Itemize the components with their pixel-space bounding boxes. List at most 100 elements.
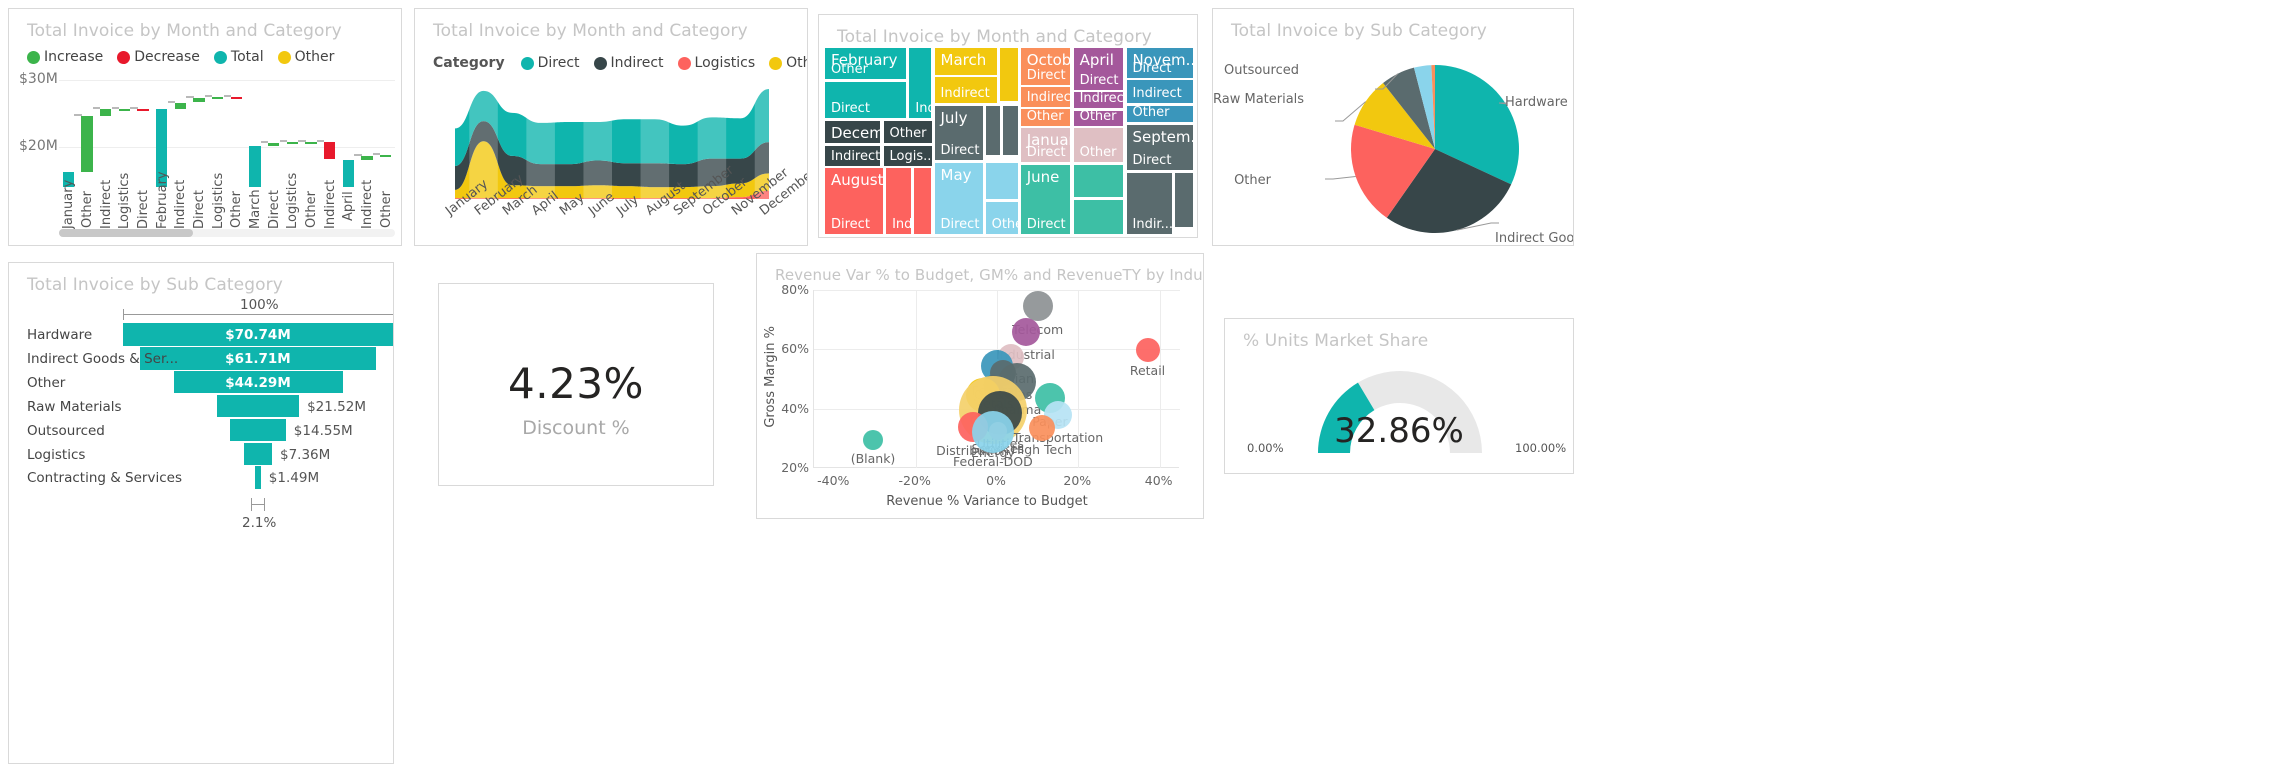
treemap-cell[interactable] xyxy=(984,104,1002,156)
scatter-bubble[interactable] xyxy=(971,411,1014,454)
treemap-plot[interactable]: FebruaryOther Direct Ind... December Other In… xyxy=(824,47,1194,235)
treemap-cell[interactable]: Indirect xyxy=(1072,91,1125,110)
waterfall-connector xyxy=(279,140,287,143)
legend-item-indirect[interactable]: Indirect xyxy=(593,55,664,71)
treemap-cell[interactable]: OctoberDirect xyxy=(1019,47,1072,86)
panel-card[interactable]: 4.23% Discount % xyxy=(438,283,714,486)
panel-waterfall[interactable]: Total Invoice by Month and Category Incr… xyxy=(8,8,402,246)
treemap-cell[interactable]: Novem... Direct xyxy=(1125,47,1194,79)
treemap-cell[interactable]: May Direct xyxy=(933,161,984,235)
waterfall-bar[interactable] xyxy=(379,154,392,157)
treemap-cell[interactable]: Indirect xyxy=(933,76,999,105)
treemap-cell[interactable]: Other xyxy=(1072,127,1125,163)
treemap-cell-sub: Indirect xyxy=(1132,86,1182,102)
waterfall-bar[interactable] xyxy=(211,97,224,100)
treemap-cell[interactable]: Other xyxy=(1072,109,1125,127)
funnel-plot[interactable]: 100% Hardware $70.74M Indirect Goods & Ser.… xyxy=(9,263,393,763)
treemap-cell[interactable]: April Direct xyxy=(1072,47,1125,91)
treemap-cell[interactable]: March xyxy=(933,47,999,76)
funnel-bar[interactable] xyxy=(230,418,286,442)
waterfall-bar[interactable] xyxy=(323,142,336,160)
treemap-cell[interactable]: August Direct xyxy=(824,167,884,235)
legend-swatch-other xyxy=(277,50,291,64)
funnel-bar[interactable] xyxy=(255,466,261,490)
treemap-cell[interactable]: Indir... xyxy=(1125,172,1173,235)
pie-chart-svg[interactable] xyxy=(1213,9,1574,246)
waterfall-bar[interactable] xyxy=(267,142,280,147)
legend-item-logistics[interactable]: Logistics xyxy=(677,55,755,71)
treemap-cell[interactable] xyxy=(1174,172,1194,229)
legend-swatch-increase xyxy=(27,50,40,64)
treemap-cell[interactable]: JanuaryDirect xyxy=(1019,127,1072,163)
x-axis-tick-label: Logistics xyxy=(210,172,226,229)
treemap-cell[interactable]: June Direct xyxy=(1019,163,1072,235)
treemap-cell[interactable]: December xyxy=(824,119,882,144)
treemap-cell[interactable]: February Other xyxy=(824,47,908,80)
panel-treemap[interactable]: Total Invoice by Month and Category Febr… xyxy=(818,14,1198,238)
treemap-cell[interactable]: Indirect xyxy=(1019,86,1072,108)
treemap-cell[interactable]: Logis... xyxy=(882,144,933,167)
legend-item-other[interactable]: Other xyxy=(277,49,334,65)
treemap-cell[interactable]: Septem... Direct xyxy=(1125,124,1194,172)
legend-item-other[interactable]: Other xyxy=(769,55,807,71)
treemap-cell[interactable]: Other xyxy=(1019,108,1072,127)
treemap-cell[interactable] xyxy=(1072,163,1125,199)
treemap-cell[interactable] xyxy=(984,161,1019,200)
y-axis-tick-label: 80% xyxy=(781,282,809,297)
scatter-bubble[interactable] xyxy=(863,429,883,450)
waterfall-scrollbar-thumb[interactable] xyxy=(59,229,194,237)
waterfall-bar[interactable] xyxy=(193,97,205,103)
area-legend[interactable]: Category Direct Indirect Logistics Other xyxy=(433,55,807,71)
treemap-cell[interactable]: Indirect xyxy=(824,144,882,167)
x-axis-tick-label: Other xyxy=(80,191,95,228)
treemap-cell[interactable]: Ind... xyxy=(908,47,933,119)
legend-item-total[interactable]: Total xyxy=(213,49,264,65)
waterfall-plot[interactable] xyxy=(59,73,395,187)
treemap-cell[interactable]: Ind... xyxy=(885,167,913,235)
waterfall-bar[interactable] xyxy=(305,142,317,145)
waterfall-bar[interactable] xyxy=(118,108,131,111)
panel-gauge[interactable]: % Units Market Share 32.86% 0.00% 100.00… xyxy=(1224,318,1574,474)
waterfall-connector xyxy=(223,95,231,98)
waterfall-bar[interactable] xyxy=(249,146,261,187)
treemap-cell[interactable] xyxy=(1002,104,1019,156)
scatter-bubble[interactable] xyxy=(1022,291,1053,322)
treemap-cell[interactable]: Other xyxy=(882,119,933,144)
waterfall-legend[interactable]: Increase Decrease Total Other xyxy=(27,49,334,65)
treemap-cell[interactable]: Other xyxy=(1125,105,1194,124)
scatter-bubble[interactable] xyxy=(1011,317,1040,346)
waterfall-bar[interactable] xyxy=(230,97,243,100)
panel-scatter[interactable]: Revenue Var % to Budget, GM% and Revenue… xyxy=(756,253,1204,519)
treemap-cell[interactable] xyxy=(1072,198,1125,235)
waterfall-bar[interactable] xyxy=(286,142,299,145)
waterfall-scrollbar[interactable] xyxy=(59,229,395,237)
treemap-cell[interactable] xyxy=(913,167,933,235)
scatter-bubble[interactable] xyxy=(1135,338,1160,363)
legend-item-increase[interactable]: Increase xyxy=(27,49,103,65)
legend-item-decrease[interactable]: Decrease xyxy=(117,49,200,65)
waterfall-bar[interactable] xyxy=(137,108,149,111)
legend-item-direct[interactable]: Direct xyxy=(520,55,580,71)
treemap-cell[interactable]: Other xyxy=(984,200,1019,235)
x-axis-tick-label: Logistics xyxy=(285,172,301,229)
scatter-plot[interactable]: TelecomIndustrialRetailCivilianFederal-O… xyxy=(813,290,1180,469)
treemap-cell[interactable]: Direct xyxy=(824,80,908,119)
scatter-bubble[interactable] xyxy=(1028,414,1055,441)
treemap-cell[interactable]: July Direct xyxy=(933,104,984,161)
waterfall-bar[interactable] xyxy=(99,109,112,116)
funnel-bar[interactable] xyxy=(216,394,299,418)
treemap-cell-sub: Other xyxy=(991,216,1018,232)
treemap-cell[interactable] xyxy=(999,47,1019,102)
waterfall-bar[interactable] xyxy=(361,156,373,160)
waterfall-bar[interactable] xyxy=(81,115,93,172)
panel-funnel[interactable]: Total Invoice by Sub Category 100% Hardwa… xyxy=(8,262,394,764)
panel-area[interactable]: Total Invoice by Month and Category Cate… xyxy=(414,8,808,246)
waterfall-bar[interactable] xyxy=(174,102,187,110)
pie-slice-label: Other xyxy=(1234,173,1271,188)
treemap-cell[interactable]: Indirect xyxy=(1125,79,1194,105)
panel-pie[interactable]: Total Invoice by Sub Category Hardware In… xyxy=(1212,8,1574,246)
waterfall-bar[interactable] xyxy=(342,159,355,187)
pie-slice-label: Indirect Goods & Services xyxy=(1495,231,1574,246)
funnel-bar[interactable] xyxy=(244,442,273,466)
y-axis-tick-label: 60% xyxy=(781,341,809,357)
